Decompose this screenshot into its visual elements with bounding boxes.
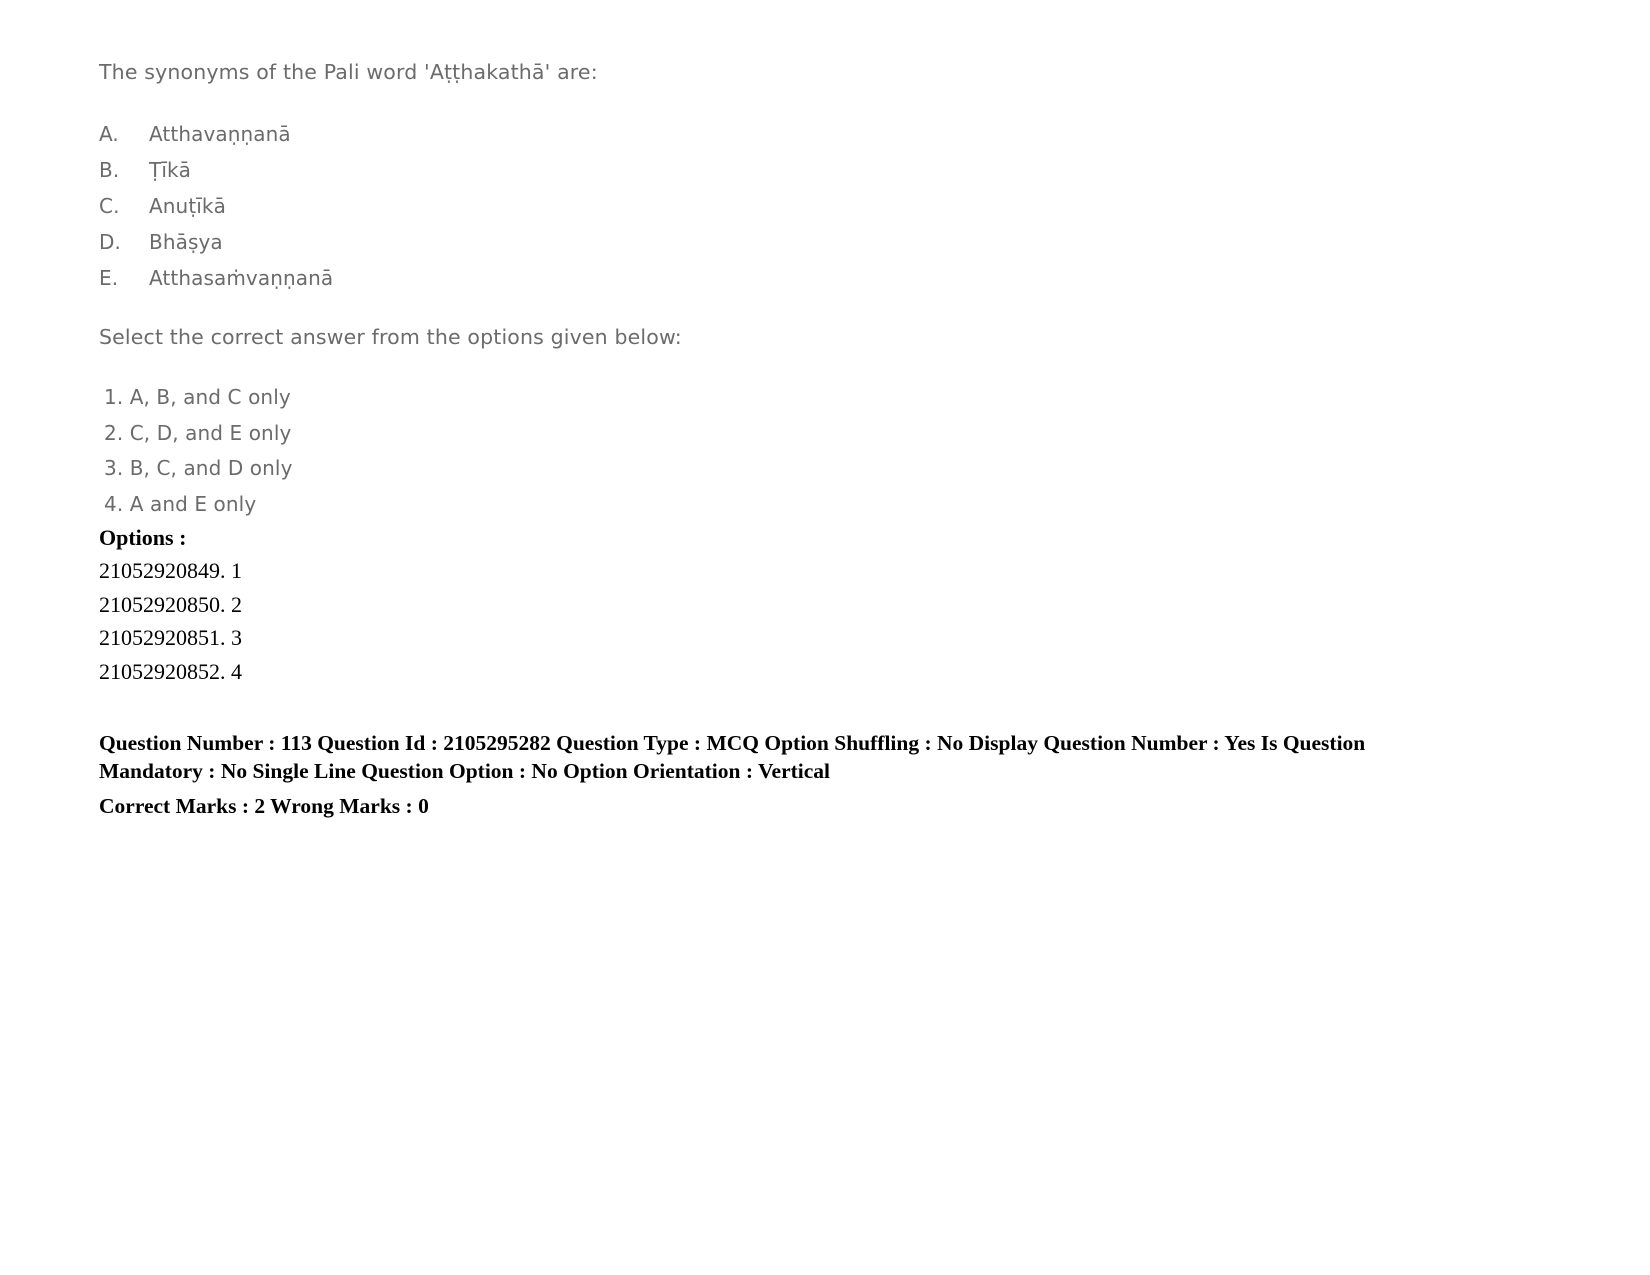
answer-choice-4: 4. A and E only bbox=[104, 491, 257, 516]
answer-choice-1: 1. A, B, and C only bbox=[104, 385, 291, 409]
statement-item: D. Bhāṣya bbox=[99, 230, 799, 266]
option-id-item: 21052920849. 1 bbox=[99, 558, 242, 583]
statement-letter: A. bbox=[99, 122, 119, 146]
statement-letter: B. bbox=[99, 158, 120, 182]
metadata-marks-line: Correct Marks : 2 Wrong Marks : 0 bbox=[99, 794, 429, 819]
statement-item: B. Ṭīkā bbox=[99, 158, 799, 194]
statement-text: Anuṭīkā bbox=[149, 194, 226, 218]
question-stem: The synonyms of the Pali word 'Aṭṭhakath… bbox=[99, 60, 598, 84]
option-id-item: 21052920851. 3 bbox=[99, 625, 242, 650]
statement-text: Bhāṣya bbox=[149, 230, 223, 254]
statement-text: Ṭīkā bbox=[149, 158, 192, 182]
question-metadata: Question Number : 113 Question Id : 2105… bbox=[99, 730, 1419, 821]
metadata-attributes-line: Question Number : 113 Question Id : 2105… bbox=[99, 731, 1366, 783]
answer-choice-3: 3. B, C, and D only bbox=[104, 456, 293, 480]
answer-choice-2: 2. C, D, and E only bbox=[104, 420, 292, 445]
document-page: The synonyms of the Pali word 'Aṭṭhakath… bbox=[0, 0, 1650, 1275]
option-id-item: 21052920850. 2 bbox=[99, 591, 242, 617]
statement-letter: C. bbox=[99, 194, 120, 218]
statement-item: C. Anuṭīkā bbox=[99, 194, 799, 230]
answer-instruction: Select the correct answer from the optio… bbox=[99, 325, 682, 349]
statement-list: A. Atthavaṇṇanā B. Ṭīkā C. Anuṭīkā D. Bh… bbox=[99, 122, 799, 302]
option-id-list: 21052920849. 1 21052920850. 2 2105292085… bbox=[99, 558, 699, 692]
option-id-item: 21052920852. 4 bbox=[99, 658, 242, 684]
statement-letter: D. bbox=[99, 230, 121, 254]
statement-item: A. Atthavaṇṇanā bbox=[99, 122, 799, 158]
statement-item: E. Atthasaṁvaṇṇanā bbox=[99, 266, 799, 302]
statement-letter: E. bbox=[99, 266, 119, 290]
options-heading: Options : bbox=[99, 525, 187, 550]
statement-text: Atthasaṁvaṇṇanā bbox=[149, 266, 334, 290]
statement-text: Atthavaṇṇanā bbox=[149, 122, 291, 146]
answer-choice-list: 1. A, B, and C only 2. C, D, and E only … bbox=[104, 385, 704, 527]
